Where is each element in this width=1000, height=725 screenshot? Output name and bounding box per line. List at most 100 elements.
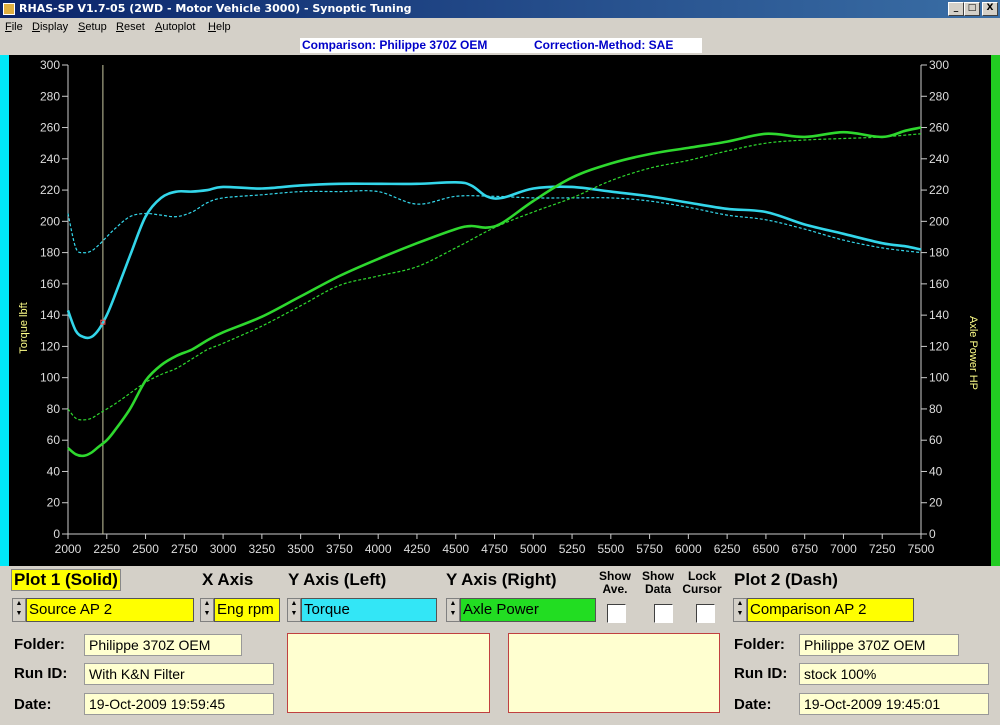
x-tick-label: 4250 [404,542,431,556]
dyno-chart[interactable]: 0 0 20 20 40 40 60 60 80 80 100 100 120 120 140 140 160 1… [9,55,991,566]
y-right-tick-label: 20 [929,496,943,510]
spin-arrows-icon[interactable]: ▲ ▼ [200,598,214,622]
y-axis-left-label: Torque lbft [18,302,30,353]
y-axis-right-value[interactable]: Axle Power [460,598,596,622]
y-right-tick-label: 200 [929,214,949,228]
show-ave-label: Show Ave. [599,569,631,596]
x-axis-select[interactable]: ▲ ▼ Eng rpm [200,598,280,622]
window-title: RHAS-SP V1.7-05 (2WD - Motor Vehicle 300… [19,2,412,15]
right-axis-stripe [991,55,1000,566]
spin-arrows-icon[interactable]: ▲ ▼ [12,598,26,622]
y-right-tick-label: 240 [929,152,949,166]
y-right-tick-label: 40 [929,464,943,478]
x-tick-label: 5000 [520,542,547,556]
y-left-tick-label: 20 [47,496,61,510]
x-tick-label: 7250 [869,542,896,556]
p2-folder-label: Folder: [734,636,785,653]
p2-date-field[interactable]: 19-Oct-2009 19:45:01 [799,693,989,715]
menu-display[interactable]: Display [32,18,68,37]
y-left-tick-label: 40 [47,464,61,478]
y-left-tick-label: 240 [40,152,60,166]
p2-runid-label: Run ID: [734,665,788,682]
y-right-tick-label: 80 [929,402,943,416]
x-tick-label: 2750 [171,542,198,556]
x-tick-label: 6250 [714,542,741,556]
y-right-tick-label: 220 [929,183,949,197]
plot1-source-value[interactable]: Source AP 2 [26,598,194,622]
y-axis-right-select[interactable]: ▲ ▼ Axle Power [446,598,596,622]
plot2-source-select[interactable]: ▲ ▼ Comparison AP 2 [733,598,914,622]
x-tick-label: 2250 [93,542,120,556]
p1-runid-field[interactable]: With K&N Filter [84,663,274,685]
title-bar: RHAS-SP V1.7-05 (2WD - Motor Vehicle 300… [0,0,1000,18]
y-left-tick-label: 100 [40,371,60,385]
menu-file[interactable]: File [5,18,23,37]
p1-date-field[interactable]: 19-Oct-2009 19:59:45 [84,693,274,715]
y-right-tick-label: 160 [929,277,949,291]
y-right-tick-label: 300 [929,58,949,72]
menu-help[interactable]: Help [208,18,231,37]
x-axis-title: X Axis [202,570,254,589]
x-tick-label: 2000 [55,542,82,556]
y-axis-right-title: Y Axis (Right) [446,570,557,589]
lock-cursor-label: Lock Cursor [682,569,722,596]
y-left-tick-label: 180 [40,246,60,260]
y-axis-left-value[interactable]: Torque [301,598,437,622]
correction-method: Correction-Method: SAE [534,38,674,52]
y-left-tick-label: 120 [40,339,60,353]
x-tick-label: 3500 [287,542,314,556]
lock-cursor-checkbox[interactable] [696,604,715,623]
menu-autoplot[interactable]: Autoplot [155,18,195,37]
plot1-source-select[interactable]: ▲ ▼ Source AP 2 [12,598,194,622]
x-tick-label: 2500 [132,542,159,556]
y-axis-left-title: Y Axis (Left) [288,570,387,589]
x-tick-label: 3000 [210,542,237,556]
y-axis-left-select[interactable]: ▲ ▼ Torque [287,598,437,622]
y-left-tick-label: 280 [40,89,60,103]
y-right-tick-label: 260 [929,121,949,135]
minimize-button[interactable]: _ [948,2,964,16]
y-left-tick-label: 260 [40,121,60,135]
x-axis-value[interactable]: Eng rpm [214,598,280,622]
x-tick-label: 4750 [481,542,508,556]
y-axis-right-label: Axle Power HP [967,316,979,390]
x-tick-label: 7500 [908,542,935,556]
x-tick-label: 3750 [326,542,353,556]
plot2-source-value[interactable]: Comparison AP 2 [747,598,914,622]
menu-reset[interactable]: Reset [116,18,145,37]
y-right-tick-label: 180 [929,246,949,260]
maximize-button[interactable]: □ [964,2,980,16]
y-left-tick-label: 80 [47,402,61,416]
spin-arrows-icon[interactable]: ▲ ▼ [446,598,460,622]
spin-arrows-icon[interactable]: ▲ ▼ [733,598,747,622]
plot1-title: Plot 1 (Solid) [11,569,121,591]
menu-setup[interactable]: Setup [78,18,107,37]
p1-folder-field[interactable]: Philippe 370Z OEM [84,634,242,656]
y-left-tick-label: 300 [40,58,60,72]
menu-bar: File Display Setup Reset Autoplot Help [0,18,1000,37]
x-tick-label: 6750 [791,542,818,556]
x-tick-label: 5750 [636,542,663,556]
show-ave-checkbox[interactable] [607,604,626,623]
plot2-title: Plot 2 (Dash) [734,570,838,589]
spin-arrows-icon[interactable]: ▲ ▼ [287,598,301,622]
comparison-name: Comparison: Philippe 370Z OEM [302,38,488,52]
y-right-tick-label: 0 [929,527,936,541]
y-right-tick-label: 140 [929,308,949,322]
x-tick-label: 5500 [597,542,624,556]
y-left-tick-label: 160 [40,277,60,291]
p2-date-label: Date: [734,696,772,713]
y-right-tick-label: 280 [929,89,949,103]
p2-runid-field[interactable]: stock 100% [799,663,989,685]
x-tick-label: 4500 [442,542,469,556]
x-tick-label: 6000 [675,542,702,556]
x-tick-label: 7000 [830,542,857,556]
y-right-tick-label: 120 [929,339,949,353]
close-button[interactable]: X [982,2,998,16]
app-icon [3,3,15,15]
show-data-checkbox[interactable] [654,604,673,623]
y-left-tick-label: 220 [40,183,60,197]
p2-folder-field[interactable]: Philippe 370Z OEM [799,634,959,656]
x-tick-label: 4000 [365,542,392,556]
plot1-data-box [287,633,490,713]
